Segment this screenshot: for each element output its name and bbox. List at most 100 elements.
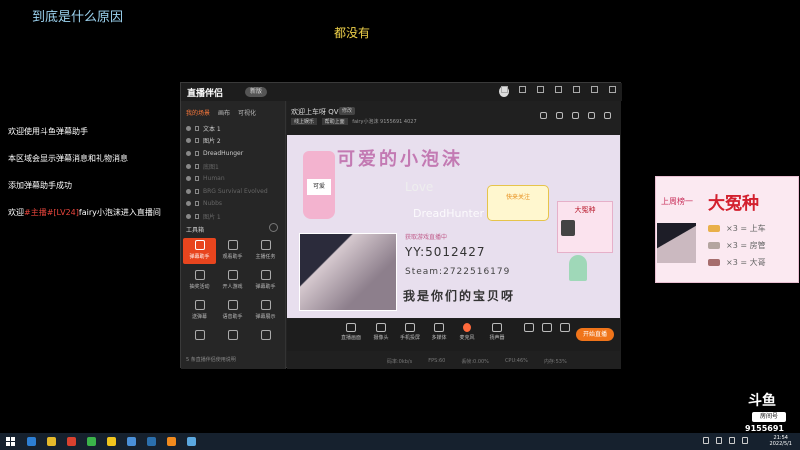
preview-cursive: Love <box>405 180 434 194</box>
version-badge[interactable]: 新版 <box>245 87 267 97</box>
room-tools <box>540 112 611 119</box>
help-link[interactable]: 5 条直播伴侣使用说明 <box>186 356 236 363</box>
lock-icon[interactable] <box>195 150 199 156</box>
taskbar-app-icon[interactable] <box>147 437 156 446</box>
tool-button[interactable]: 送弹幕 <box>183 298 216 324</box>
lock-icon[interactable] <box>195 176 199 182</box>
go-live-button[interactable]: 开始直播 <box>576 328 614 341</box>
layer-item[interactable]: 图片 2 <box>181 135 285 148</box>
eye-icon[interactable] <box>186 150 191 156</box>
taskbar-app-icon[interactable] <box>87 437 96 446</box>
tool-icon <box>194 300 205 310</box>
gift-rule-row: ×3 = 上车 <box>708 223 766 234</box>
lock-icon[interactable] <box>195 125 199 131</box>
eye-icon[interactable] <box>186 213 191 219</box>
tool-button[interactable] <box>249 328 282 354</box>
tray-icon[interactable] <box>716 437 722 444</box>
stream-stats: 码率:0kb/s FPS:60 丢帧:0.00% CPU:46% 内存:53% <box>287 353 620 369</box>
taskbar-app-icon[interactable] <box>167 437 176 446</box>
tool-button[interactable]: 弹幕展示 <box>249 298 282 324</box>
clock[interactable]: 21:54 2022/5/1 <box>770 435 792 447</box>
lock-icon[interactable] <box>195 138 199 144</box>
category-chip[interactable]: 帮助上面 <box>321 118 348 125</box>
maximize-icon[interactable] <box>591 86 598 93</box>
volume-icon[interactable] <box>742 437 748 444</box>
layer-item[interactable]: DreadHunger <box>181 147 285 160</box>
layer-item[interactable]: 图片 1 <box>181 210 285 223</box>
taskbar-app-icon[interactable] <box>67 437 76 446</box>
taskbar-app-icon[interactable] <box>107 437 116 446</box>
tool-label: 观看助手 <box>222 254 243 260</box>
network-icon[interactable] <box>729 437 735 444</box>
taskbar-app-icon[interactable] <box>187 437 196 446</box>
lock-icon[interactable] <box>195 213 199 219</box>
layer-name: Nubbs <box>203 200 223 208</box>
record-icon[interactable] <box>572 112 579 119</box>
add-tool-icon[interactable] <box>269 223 278 232</box>
eye-icon[interactable] <box>186 201 191 207</box>
screen-capture-button[interactable]: 直播画面 <box>339 323 363 341</box>
phone-cast-button[interactable]: 手机投屏 <box>398 323 422 341</box>
anime-avatar-image <box>299 233 397 311</box>
tab-visual[interactable]: 可视化 <box>238 108 256 117</box>
follow-sticker: 快来关注 <box>487 185 549 221</box>
lock-icon[interactable] <box>195 201 199 207</box>
gift-icon <box>708 225 720 232</box>
message-icon[interactable] <box>519 86 526 93</box>
layer-item[interactable]: Nubbs <box>181 198 285 211</box>
eye-icon[interactable] <box>186 176 191 182</box>
lock-icon[interactable] <box>195 163 199 169</box>
taskbar-app-icon[interactable] <box>127 437 136 446</box>
tool-button[interactable]: 弹幕助手 <box>183 238 216 264</box>
taskbar-app-icon[interactable] <box>27 437 36 446</box>
gift-icon[interactable] <box>540 112 547 119</box>
media-button[interactable]: 多媒体 <box>427 323 451 341</box>
tab-canvas[interactable]: 画布 <box>218 108 230 117</box>
layer-item[interactable]: Human <box>181 172 285 185</box>
taskbar-app-icon[interactable] <box>47 437 56 446</box>
eye-icon[interactable] <box>186 188 191 194</box>
menu-icon[interactable] <box>555 86 562 93</box>
edit-room-button[interactable]: 修改 <box>339 107 355 115</box>
tool-button[interactable]: 抽奖活动 <box>183 268 216 294</box>
speaker-button[interactable]: 扬声器 <box>485 323 509 341</box>
share-icon[interactable] <box>604 112 611 119</box>
tool-button[interactable]: 语音助手 <box>216 298 249 324</box>
stat-item: FPS:60 <box>428 358 446 364</box>
layer-item[interactable]: 底图1 <box>181 160 285 173</box>
tool-button[interactable] <box>183 328 216 354</box>
preview-slogan: 我是你们的宝贝呀 <box>403 289 516 303</box>
chat-line: 欢迎使用斗鱼弹幕助手 <box>8 127 88 136</box>
category-chip[interactable]: 线上娱乐 <box>291 118 318 125</box>
scene-panel: 我的场景 画布 可视化 文本 1 图片 2 DreadHunger 底图1 Human B… <box>181 101 286 369</box>
tool-label: 弹幕助手 <box>189 254 210 260</box>
skin-icon[interactable] <box>501 86 508 93</box>
eye-icon[interactable] <box>186 125 191 131</box>
tool-button[interactable]: 弹幕助手 <box>249 268 282 294</box>
gift-rule-row: ×3 = 大哥 <box>708 257 766 268</box>
tab-my-scene[interactable]: 我的场景 <box>186 108 210 117</box>
settings-icon[interactable] <box>537 86 544 93</box>
lock-icon[interactable] <box>556 112 563 119</box>
tray-icon[interactable] <box>703 437 709 444</box>
stream-preview[interactable]: 可爱 可爱的小泡沫 Love DreadHunter 快来关注 大冤种 获取游戏… <box>287 135 620 318</box>
bell-icon[interactable] <box>588 112 595 119</box>
layer-name: 图片 1 <box>203 213 221 221</box>
start-button[interactable] <box>6 437 15 446</box>
layer-item[interactable]: 文本 1 <box>181 122 285 135</box>
phone-icon <box>405 323 415 332</box>
ranking-overlay-card: 上周榜一 大冤种 ×3 = 上车 ×3 = 房管 ×3 = 大哥 <box>655 176 799 283</box>
settings-control[interactable] <box>553 323 577 334</box>
tool-button[interactable]: 开人游戏 <box>216 268 249 294</box>
lock-icon[interactable] <box>195 188 199 194</box>
eye-icon[interactable] <box>186 163 191 169</box>
minimize-icon[interactable] <box>573 86 580 93</box>
tool-button[interactable] <box>216 328 249 354</box>
tool-button[interactable]: 观看助手 <box>216 238 249 264</box>
microphone-button[interactable]: 麦克风 <box>455 323 479 341</box>
eye-icon[interactable] <box>186 138 191 144</box>
layer-item[interactable]: BRG Survival Evolved <box>181 185 285 198</box>
close-icon[interactable] <box>609 86 616 93</box>
camera-button[interactable]: 摄像头 <box>369 323 393 341</box>
tool-button[interactable]: 主播任务 <box>249 238 282 264</box>
